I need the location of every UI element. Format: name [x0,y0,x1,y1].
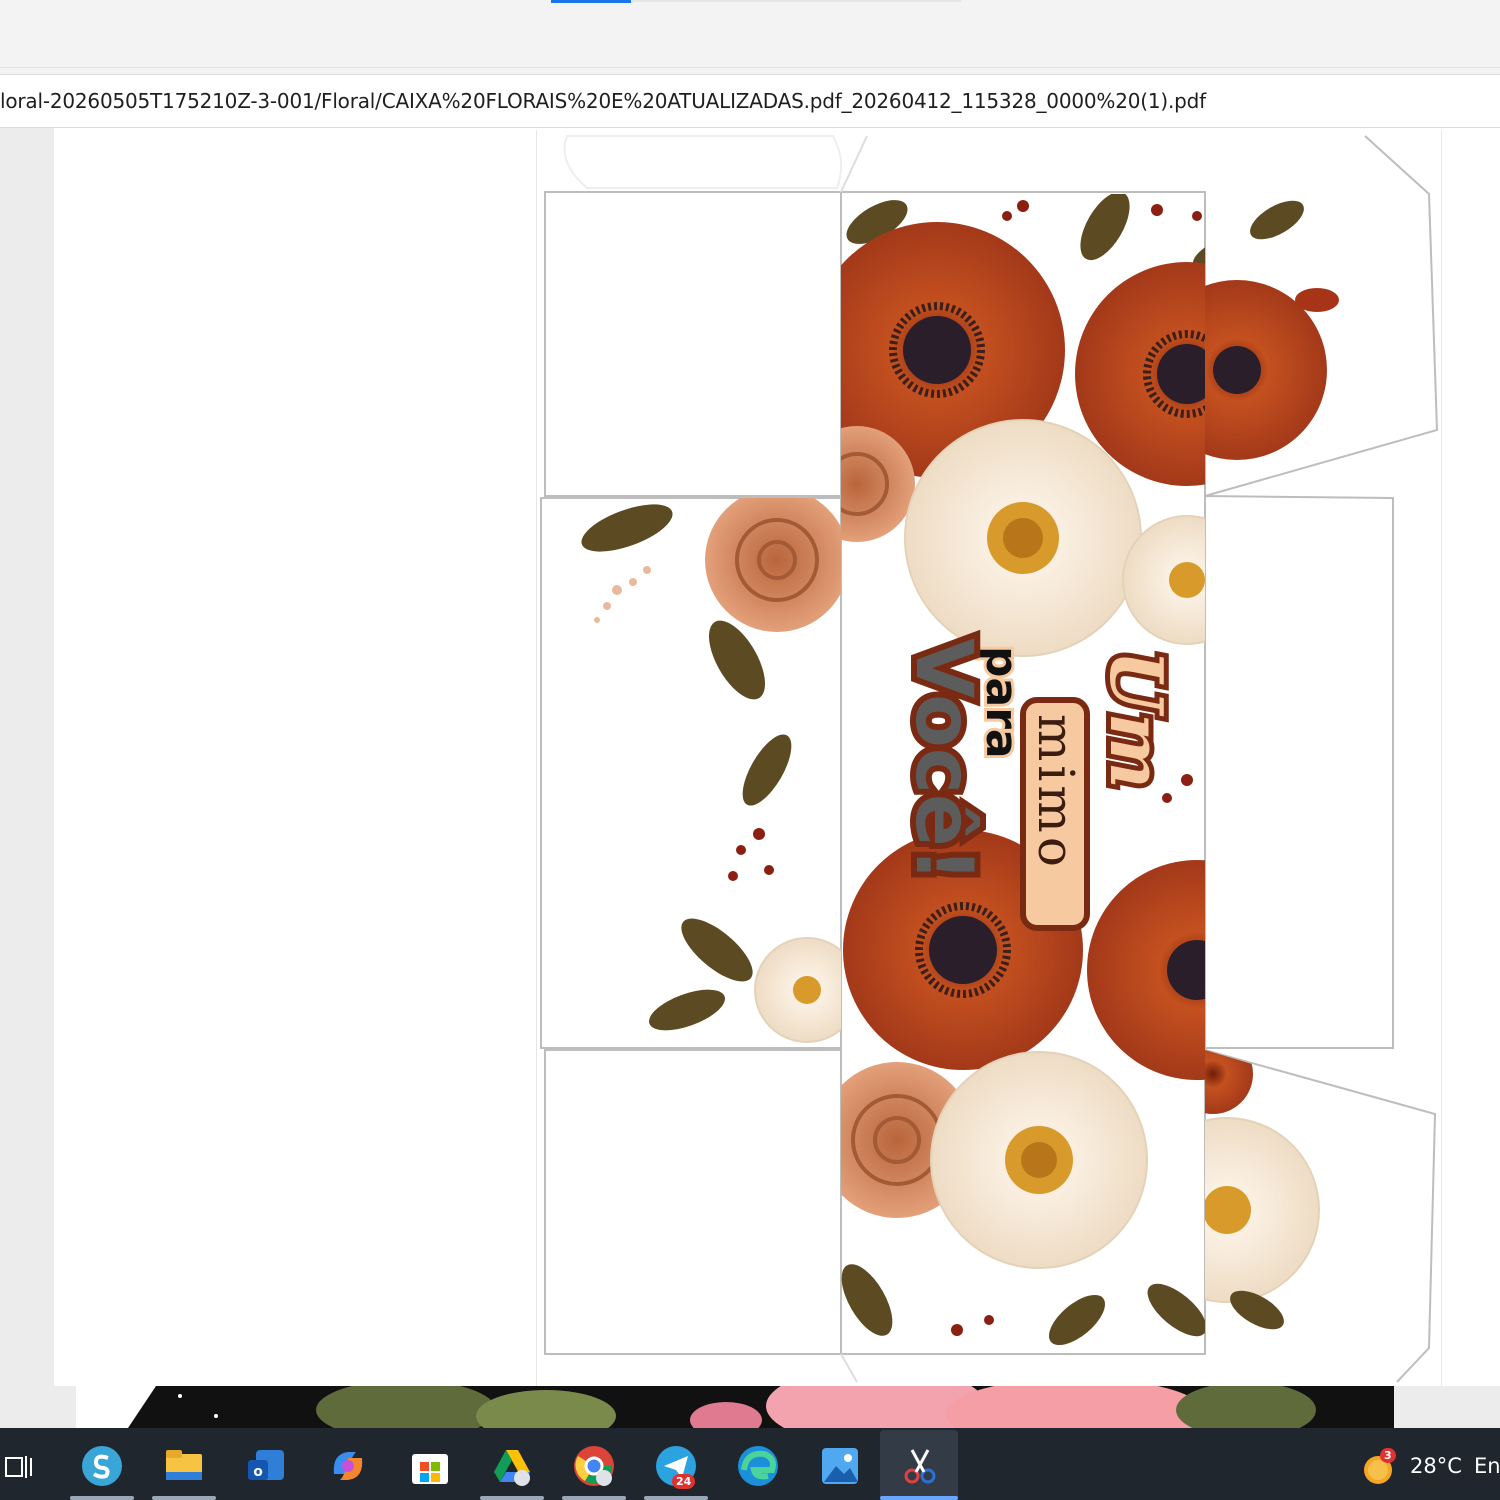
language-indicator[interactable]: En [1474,1454,1500,1478]
box-template-artwork: Um mimo para Você! [540,135,1439,1383]
s-app-icon[interactable] [80,1444,124,1488]
temperature-label[interactable]: 28°C [1410,1454,1462,1478]
next-page-artwork [76,1386,1394,1428]
task-view-icon[interactable] [4,1452,34,1482]
file-explorer-icon[interactable] [162,1444,206,1488]
photos-icon[interactable] [818,1444,862,1488]
google-drive-icon[interactable] [490,1444,534,1488]
copilot-icon[interactable] [326,1444,370,1488]
url-text[interactable]: loral-20260505T175210Z-3-001/Floral/CAIX… [0,89,1206,113]
file-explorer-running-indicator [152,1496,216,1500]
edge-icon[interactable] [736,1444,780,1488]
outlook-icon[interactable]: o [244,1444,288,1488]
store-icon[interactable] [408,1444,452,1488]
chrome-running-indicator [562,1496,626,1500]
greeting-line-mimo: mimo [1027,714,1085,871]
greeting-line-um: Um [1094,650,1179,789]
tab-divider [631,0,961,2]
telegram-running-indicator [644,1496,708,1500]
pdf-viewer[interactable]: Um mimo para Você! [0,128,1500,1386]
weather-badge: 3 [1380,1448,1396,1463]
svg-text:o: o [253,1464,263,1480]
screen: loral-20260505T175210Z-3-001/Floral/CAIX… [0,0,1500,1500]
snipping-tool-icon[interactable] [898,1444,942,1488]
google-drive-running-indicator [480,1496,544,1500]
chrome-icon[interactable] [572,1444,616,1488]
viewer-left-gutter [0,128,54,1386]
address-bar[interactable]: loral-20260505T175210Z-3-001/Floral/CAIX… [0,74,1500,128]
left-panel-flowers [581,498,841,1043]
pdf-page[interactable]: Um mimo para Você! [536,130,1442,1386]
active-tab-indicator[interactable] [551,0,631,3]
next-pdf-page-preview[interactable] [0,1386,1500,1428]
snipping-tool-active-indicator [880,1496,958,1500]
telegram-badge: 24 [672,1474,696,1489]
greeting-line-voce: Você! [898,638,988,882]
browser-tab-strip [0,0,1500,68]
s-app-running-indicator [70,1496,134,1500]
